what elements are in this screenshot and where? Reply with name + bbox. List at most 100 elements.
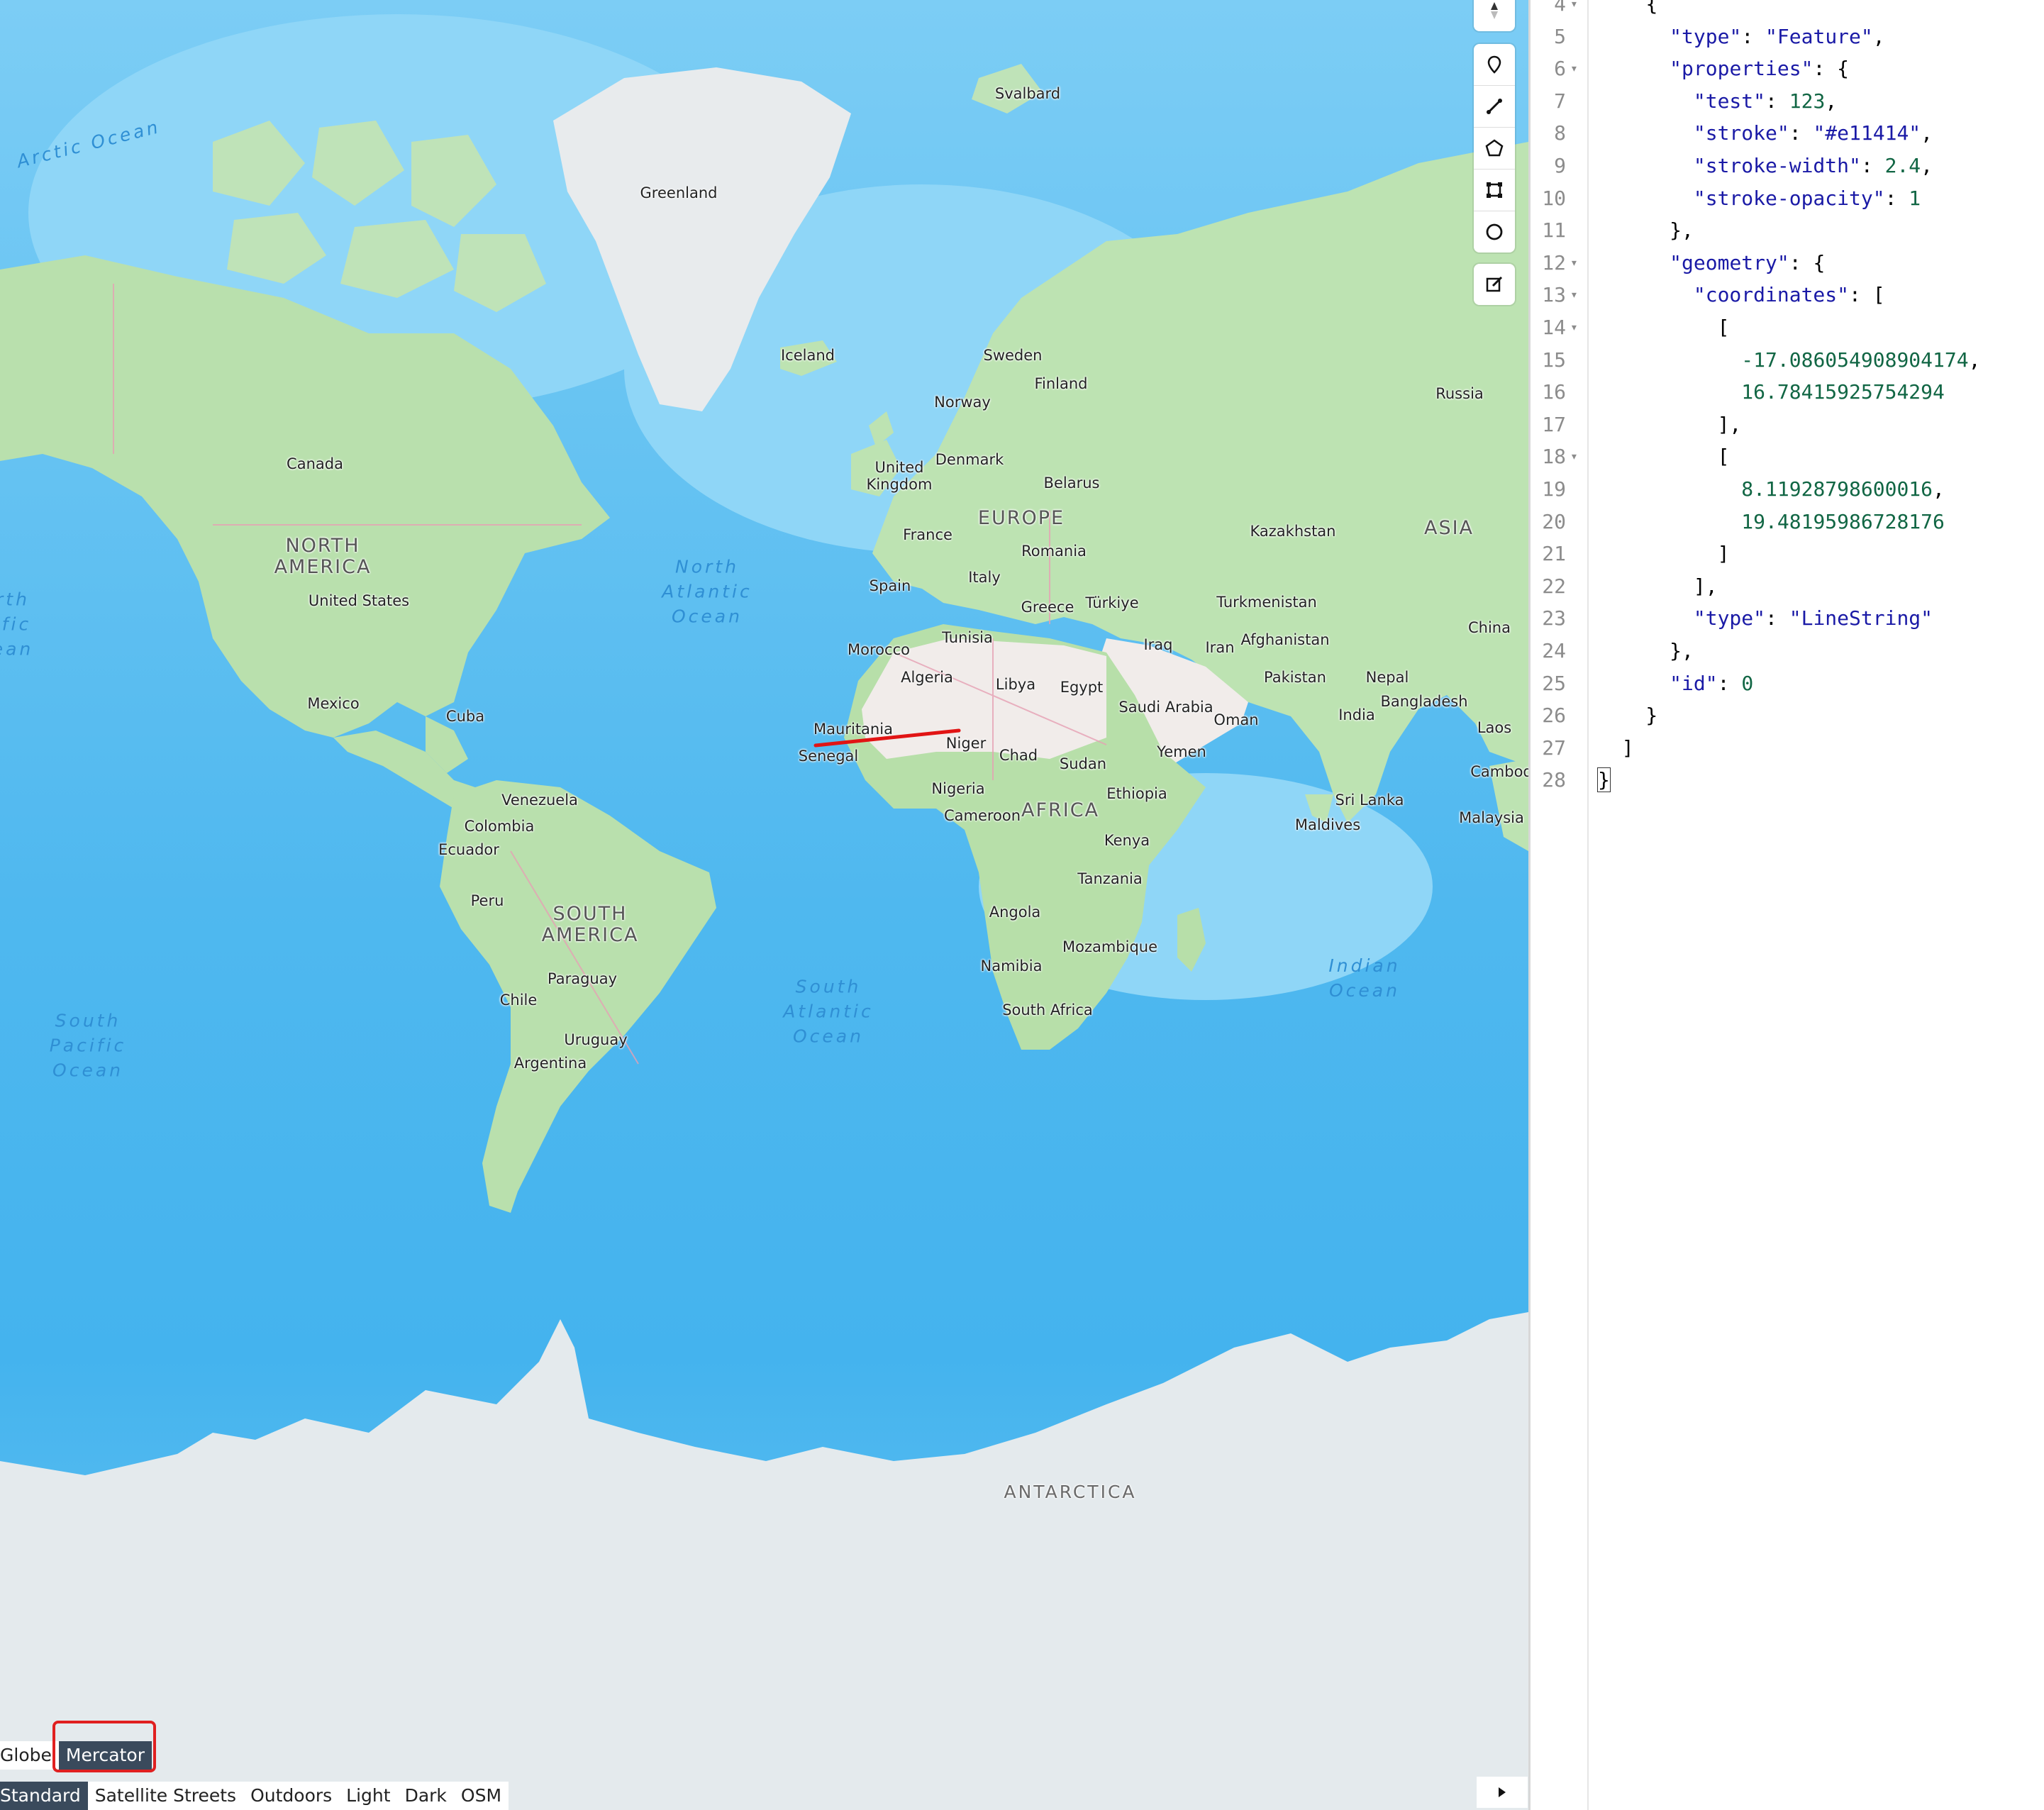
line-number: 8 [1554, 121, 1566, 145]
edit-control [1474, 264, 1515, 305]
line-number: 4 [1554, 0, 1566, 16]
label-cameroon: Cameroon [943, 807, 1021, 824]
code-text: "type": "LineString" [1693, 606, 1933, 631]
label-greece: Greece [1021, 599, 1074, 616]
style-osm-button[interactable]: OSM [454, 1782, 509, 1810]
label-asia: ASIA [1423, 517, 1474, 539]
label-turkiye: Türkiye [1085, 594, 1139, 611]
fold-arrow-icon[interactable]: ▾ [1570, 311, 1578, 343]
label-belarus: Belarus [1043, 474, 1100, 492]
label-italy: Italy [968, 569, 1001, 586]
rectangle-icon[interactable] [1474, 169, 1515, 211]
style-outdoors-button[interactable]: Outdoors [243, 1782, 339, 1810]
label-sudan: Sudan [1059, 755, 1107, 772]
line-number: 27 [1542, 735, 1566, 760]
map-canvas[interactable]: Arctic Ocean Svalbard Greenland Iceland … [0, 0, 1528, 1810]
label-south-atlantic: South Atlantic Ocean [783, 976, 874, 1047]
expand-panel-button[interactable] [1477, 1777, 1528, 1808]
projection-globe-button[interactable]: Globe [0, 1741, 59, 1770]
label-north-atlantic: North Atlantic Ocean [662, 556, 752, 627]
style-dark-button[interactable]: Dark [398, 1782, 454, 1810]
fold-arrow-icon[interactable]: ▾ [1570, 52, 1578, 84]
code-text: "stroke": "#e11414", [1693, 121, 1933, 145]
label-bangladesh: Bangladesh [1380, 693, 1468, 710]
line-number: 6 [1554, 57, 1566, 81]
code-text: "geometry": { [1670, 250, 1826, 274]
label-peru: Peru [470, 892, 504, 909]
label-canada: Canada [287, 455, 343, 472]
code-text: } [1598, 704, 1658, 728]
label-iraq: Iraq [1143, 636, 1173, 653]
compass-icon[interactable] [1474, 0, 1515, 31]
label-spain: Spain [869, 577, 911, 594]
line-number: 25 [1542, 671, 1566, 695]
label-united-states: United States [308, 592, 410, 609]
compass-control[interactable] [1474, 0, 1515, 31]
label-tanzania: Tanzania [1077, 870, 1143, 887]
fold-arrow-icon[interactable]: ▾ [1570, 279, 1578, 311]
code-text: -17.086054908904174, [1741, 348, 1981, 372]
line-number: 11 [1542, 218, 1566, 243]
label-greenland: Greenland [640, 184, 718, 201]
line-number: 24 [1542, 639, 1566, 662]
line-number: 7 [1554, 89, 1566, 113]
label-yemen: Yemen [1157, 743, 1206, 760]
label-kazakhstan: Kazakhstan [1250, 523, 1336, 540]
label-venezuela: Venezuela [501, 792, 578, 809]
label-afghanistan: Afghanistan [1240, 631, 1330, 648]
label-pakistan: Pakistan [1264, 669, 1326, 686]
line-icon[interactable] [1474, 85, 1515, 127]
fold-arrow-icon[interactable]: ▾ [1570, 247, 1578, 279]
line-number: 12 [1542, 250, 1566, 274]
label-sweden: Sweden [983, 347, 1043, 364]
label-iran: Iran [1205, 639, 1235, 656]
code-text: ] [1598, 735, 1634, 760]
style-light-button[interactable]: Light [339, 1782, 397, 1810]
label-ecuador: Ecuador [438, 841, 499, 858]
edit-icon[interactable] [1474, 264, 1515, 305]
line-number: 17 [1542, 412, 1566, 436]
label-senegal: Senegal [798, 748, 859, 765]
label-paraguay: Paraguay [547, 970, 618, 987]
polygon-icon[interactable] [1474, 127, 1515, 169]
label-cambodia: Cambod [1470, 763, 1528, 780]
label-mexico: Mexico [307, 695, 360, 712]
code-text: 16.78415925754294 [1741, 380, 1945, 404]
marker-icon[interactable] [1474, 44, 1515, 85]
style-satellite-streets-button[interactable]: Satellite Streets [88, 1782, 243, 1810]
label-turkmenistan: Turkmenistan [1216, 594, 1317, 611]
label-libya: Libya [995, 676, 1036, 693]
label-laos: Laos [1477, 719, 1512, 736]
label-ethiopia: Ethiopia [1106, 785, 1167, 802]
line-number: 14 [1542, 316, 1566, 339]
code-text: "properties": { [1670, 57, 1850, 81]
label-saudi-arabia: Saudi Arabia [1118, 699, 1213, 716]
style-standard-button[interactable]: Standard [0, 1782, 88, 1810]
label-india: India [1338, 706, 1375, 723]
label-nepal: Nepal [1365, 669, 1409, 686]
code-text: "type": "Feature", [1670, 24, 1885, 48]
label-tunisia: Tunisia [942, 629, 993, 646]
label-mauritania: Mauritania [813, 721, 893, 738]
label-norway: Norway [934, 394, 991, 411]
label-chad: Chad [999, 747, 1038, 764]
label-maldives: Maldives [1294, 816, 1361, 833]
code-text: "id": 0 [1670, 671, 1754, 695]
circle-icon[interactable] [1474, 211, 1515, 252]
code-text: "test": 123, [1693, 89, 1838, 113]
fold-arrow-icon[interactable]: ▾ [1570, 0, 1578, 20]
geojson-editor[interactable]: 4 ▾ {5 "type": "Feature", 6 ▾ "properties":… [1528, 0, 2044, 1810]
fold-arrow-icon[interactable]: ▾ [1570, 440, 1578, 472]
line-number: 22 [1542, 574, 1566, 598]
caret-right-icon [1499, 1787, 1506, 1797]
label-cuba: Cuba [445, 708, 485, 725]
code-text: "stroke-opacity": 1 [1693, 186, 1921, 210]
code-text: 8.11928798600016, [1741, 477, 1945, 501]
world-basemap [0, 0, 1528, 1810]
line-number: 28 [1542, 768, 1566, 792]
line-number: 16 [1542, 380, 1566, 404]
label-africa: AFRICA [1021, 799, 1100, 821]
style-switcher: Standard Satellite Streets Outdoors Ligh… [0, 1782, 509, 1810]
label-egypt: Egypt [1060, 679, 1104, 696]
line-number: 5 [1554, 24, 1566, 48]
